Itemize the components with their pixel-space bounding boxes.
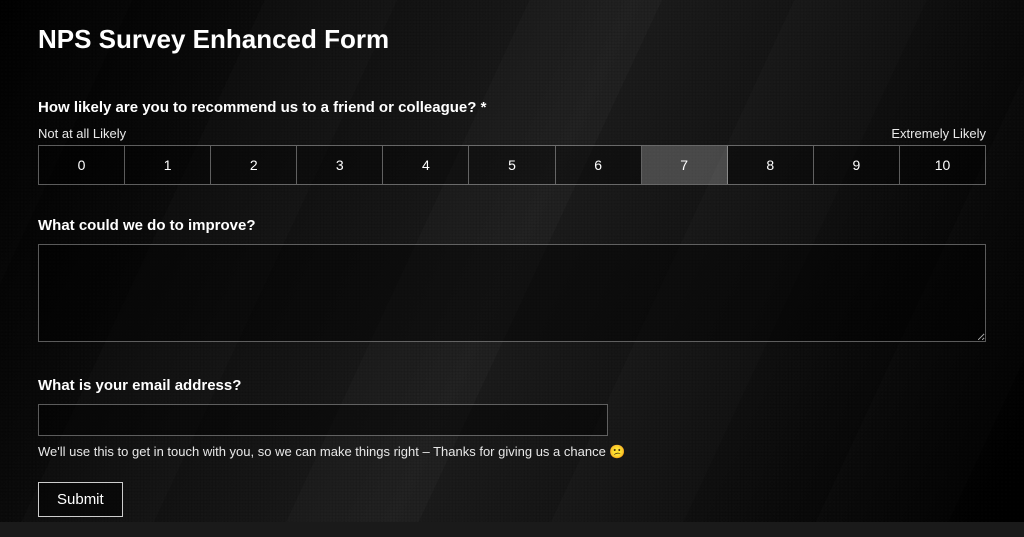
scale-option-5[interactable]: 5	[469, 146, 555, 184]
scale-anchor-labels: Not at all Likely Extremely Likely	[38, 126, 986, 141]
email-helper-message: We'll use this to get in touch with you,…	[38, 444, 609, 459]
scale-option-0[interactable]: 0	[39, 146, 125, 184]
scale-option-10[interactable]: 10	[900, 146, 985, 184]
confused-face-icon: 😕	[609, 444, 625, 459]
page-title: NPS Survey Enhanced Form	[38, 24, 986, 55]
scale-option-7[interactable]: 7	[642, 146, 728, 184]
improve-textarea[interactable]	[38, 244, 986, 342]
submit-button[interactable]: Submit	[38, 482, 123, 517]
form-container: NPS Survey Enhanced Form How likely are …	[0, 0, 1024, 537]
scale-option-8[interactable]: 8	[728, 146, 814, 184]
scale-high-label: Extremely Likely	[891, 126, 986, 141]
question-email: What is your email address?	[38, 377, 986, 394]
scale-option-3[interactable]: 3	[297, 146, 383, 184]
scale-option-9[interactable]: 9	[814, 146, 900, 184]
scale-option-2[interactable]: 2	[211, 146, 297, 184]
email-helper-text: We'll use this to get in touch with you,…	[38, 444, 986, 460]
scale-low-label: Not at all Likely	[38, 126, 126, 141]
question-improve: What could we do to improve?	[38, 217, 986, 234]
question-recommend: How likely are you to recommend us to a …	[38, 99, 986, 116]
scale-option-1[interactable]: 1	[125, 146, 211, 184]
email-field[interactable]	[38, 404, 608, 436]
nps-scale: 0 1 2 3 4 5 6 7 8 9 10	[38, 145, 986, 185]
scale-option-4[interactable]: 4	[383, 146, 469, 184]
scale-option-6[interactable]: 6	[556, 146, 642, 184]
